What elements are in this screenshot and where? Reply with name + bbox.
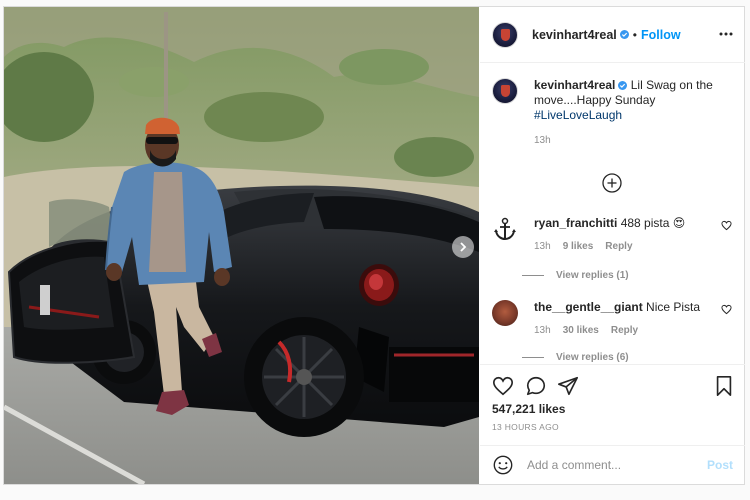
view-replies-button[interactable]: View replies (1)	[522, 270, 629, 281]
comment-bubble-icon[interactable]	[525, 375, 547, 397]
post-timestamp[interactable]: 13 HOURS AGO	[492, 422, 559, 432]
view-replies-label: View replies (6)	[556, 352, 629, 363]
bookmark-icon[interactable]	[713, 375, 735, 397]
header-separator: •	[632, 27, 637, 42]
avatar[interactable]	[492, 300, 518, 326]
comment-body: the__gentle__giant Nice Pista 13h 30 like…	[534, 300, 729, 338]
caption-time[interactable]: 13h	[534, 135, 551, 146]
avatar[interactable]	[492, 216, 518, 242]
follow-button[interactable]: Follow	[641, 28, 681, 42]
comments-list[interactable]: kevinhart4real Lil Swag on the move....H…	[480, 64, 745, 364]
caption-hashtag[interactable]: #LiveLoveLaugh	[534, 108, 622, 122]
comment-composer: Post	[480, 445, 745, 485]
post-comment-button[interactable]: Post	[707, 458, 733, 472]
chevron-right-icon	[460, 242, 467, 252]
divider-line	[522, 275, 544, 276]
comment-text: 488 pista 😍	[620, 216, 686, 230]
comment-time[interactable]: 13h	[534, 241, 551, 252]
avatar[interactable]	[492, 78, 518, 104]
comment-meta: 13h 30 likes Reply	[534, 323, 729, 338]
post-actions: 547,221 likes 13 HOURS AGO Post	[480, 364, 745, 484]
anchor-icon	[494, 217, 516, 241]
paper-plane-icon[interactable]	[557, 375, 579, 397]
photo-illustration	[4, 7, 479, 484]
view-replies-label: View replies (1)	[556, 270, 629, 281]
caption: kevinhart4real Lil Swag on the move....H…	[492, 78, 732, 158]
next-photo-button[interactable]	[452, 236, 474, 258]
comment-time[interactable]: 13h	[534, 325, 551, 336]
caption-username[interactable]: kevinhart4real	[534, 78, 615, 92]
comment-meta: 13h 9 likes Reply	[534, 239, 729, 254]
post-header: kevinhart4real • Follow	[480, 7, 745, 63]
heart-icon[interactable]	[721, 220, 732, 231]
heart-icon[interactable]	[721, 304, 732, 315]
comment-item: the__gentle__giant Nice Pista 13h 30 like…	[492, 300, 732, 340]
comment-likes[interactable]: 9 likes	[563, 241, 594, 252]
post-side-panel: kevinhart4real • Follow kevinhart4real L…	[480, 7, 745, 484]
comment-username[interactable]: the__gentle__giant	[534, 300, 643, 314]
more-options-icon[interactable]	[719, 27, 733, 41]
caption-body: kevinhart4real Lil Swag on the move....H…	[534, 78, 729, 148]
reply-button[interactable]: Reply	[605, 241, 632, 252]
likes-count[interactable]: 547,221 likes	[492, 402, 565, 416]
verified-badge-icon	[618, 81, 628, 90]
avatar[interactable]	[492, 21, 518, 48]
comment-item: ryan_franchitti 488 pista 😍 13h 9 likes Re…	[492, 216, 732, 256]
caption-meta: 13h	[534, 133, 729, 148]
reply-button[interactable]: Reply	[611, 325, 638, 336]
view-replies-button[interactable]: View replies (6)	[522, 352, 629, 363]
verified-badge-icon	[619, 30, 629, 39]
comment-username[interactable]: ryan_franchitti	[534, 216, 617, 230]
smiley-icon[interactable]	[492, 454, 514, 476]
action-icons	[492, 375, 734, 399]
comment-input[interactable]	[527, 455, 697, 475]
plus-circle-icon[interactable]	[601, 172, 623, 194]
divider-line	[522, 357, 544, 358]
header-username[interactable]: kevinhart4real	[532, 28, 617, 42]
comment-text: Nice Pista	[646, 300, 701, 314]
comment-likes[interactable]: 30 likes	[563, 325, 599, 336]
post-photo[interactable]	[4, 7, 479, 484]
heart-icon[interactable]	[492, 375, 514, 397]
comment-body: ryan_franchitti 488 pista 😍 13h 9 likes Re…	[534, 216, 729, 254]
instagram-page: kevinhart4real • Follow kevinhart4real L…	[0, 0, 750, 500]
post-modal: kevinhart4real • Follow kevinhart4real L…	[3, 6, 745, 485]
